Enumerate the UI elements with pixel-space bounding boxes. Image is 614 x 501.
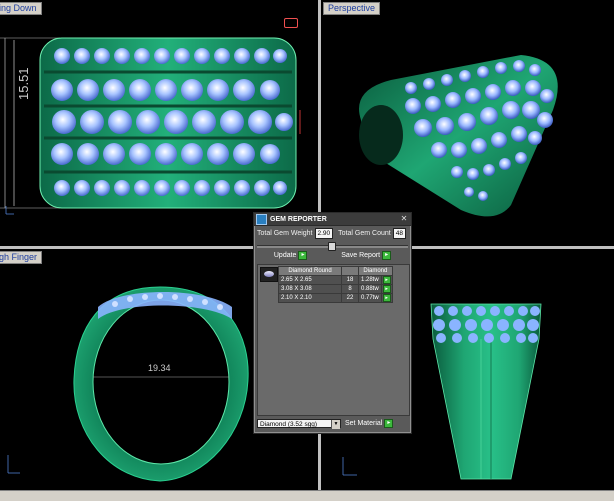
gem-table-area: Diamond Round Diamond 2.65 X 2.65 18 1.2…: [257, 264, 410, 416]
gem-table: Diamond Round Diamond 2.65 X 2.65 18 1.2…: [278, 266, 393, 303]
table-row[interactable]: 2.65 X 2.65 18 1.28tw ▸: [278, 275, 393, 285]
update-button[interactable]: Update ▸: [274, 251, 308, 260]
gem-size: 2.10 X 2.10: [278, 293, 342, 303]
gem-count: 22: [341, 293, 359, 303]
gem-count: 8: [341, 284, 359, 294]
update-label: Update: [273, 252, 297, 259]
green-arrow-icon[interactable]: ▸: [382, 294, 391, 302]
close-icon[interactable]: ✕: [400, 215, 408, 223]
gem-thumbnail: [260, 267, 278, 282]
total-weight-value: 2.90: [314, 228, 334, 239]
dropdown-arrow-icon[interactable]: ▼: [331, 420, 340, 429]
material-select[interactable]: Diamond (3.52 sgg) ▼: [257, 419, 341, 429]
total-count-label: Total Gem Count: [338, 230, 391, 237]
height-dimension: 15.51: [16, 67, 31, 100]
table-header: Diamond Round: [278, 266, 342, 276]
save-report-label: Save Report: [341, 252, 381, 259]
green-arrow-icon[interactable]: ▸: [382, 285, 391, 293]
gem-reporter-panel[interactable]: GEM REPORTER ✕ Total Gem Weight 2.90 Tot…: [253, 212, 412, 434]
total-count-value: 48: [392, 228, 406, 239]
panel-title: GEM REPORTER: [270, 215, 327, 223]
panel-titlebar[interactable]: GEM REPORTER ✕: [254, 213, 411, 226]
inner-diameter-dimension: 19.34: [148, 363, 171, 373]
green-arrow-icon: ▸: [298, 251, 308, 260]
green-arrow-icon[interactable]: ▸: [382, 276, 391, 284]
gem-weight: 0.77tw: [358, 293, 382, 303]
green-arrow-icon: ▸: [384, 419, 394, 428]
table-header: [341, 266, 359, 276]
table-row[interactable]: 2.10 X 2.10 22 0.77tw ▸: [278, 293, 393, 303]
panel-slider[interactable]: [257, 242, 408, 251]
gem-count: 18: [341, 275, 359, 285]
viewport-perspective[interactable]: Perspective: [321, 0, 614, 246]
save-report-button[interactable]: Save Report ▸: [341, 251, 392, 260]
status-strip: [0, 490, 614, 501]
total-weight-label: Total Gem Weight: [257, 230, 313, 237]
gem-size: 2.65 X 2.65: [278, 275, 342, 285]
table-header: Diamond: [358, 266, 393, 276]
set-material-label: Set Material: [345, 420, 383, 427]
set-material-button[interactable]: Set Material ▸: [345, 419, 394, 428]
app-logo-icon: [256, 213, 267, 225]
gem-size: 3.08 X 3.08: [278, 284, 342, 294]
ring-top-drawing: [0, 37, 301, 215]
gem-weight: 1.28tw: [358, 275, 382, 285]
green-arrow-icon: ▸: [382, 251, 392, 260]
table-row[interactable]: 3.08 X 3.08 8 0.88tw ▸: [278, 284, 393, 294]
material-select-value: Diamond (3.52 sgg): [260, 421, 318, 428]
gem-weight: 0.88tw: [358, 284, 382, 294]
ring-perspective-drawing: [359, 55, 558, 217]
viewport-top-view[interactable]: ing Down 15.51: [0, 0, 318, 246]
